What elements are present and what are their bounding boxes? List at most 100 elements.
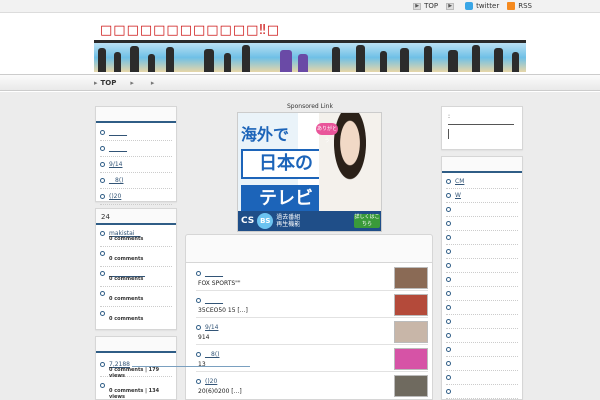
- post-title-link[interactable]: ______: [205, 297, 223, 304]
- bullet-icon: [100, 194, 105, 199]
- bullet-icon: [196, 298, 201, 303]
- list-item[interactable]: [446, 329, 518, 343]
- nav-item[interactable]: ▸: [151, 79, 158, 87]
- post-title-link[interactable]: ()20: [205, 378, 217, 385]
- list-item[interactable]: [446, 385, 518, 399]
- post-thumbnail[interactable]: [394, 348, 428, 370]
- list-item-link[interactable]: ______: [109, 145, 127, 152]
- list-item[interactable]: [446, 357, 518, 371]
- site-title[interactable]: □□□□□□□□□□□□‼□: [100, 23, 280, 38]
- post-title-link[interactable]: 9/14: [205, 324, 218, 331]
- list-item[interactable]: [446, 315, 518, 329]
- comment-count: 0 comments: [109, 316, 144, 322]
- banner-figure: [114, 52, 121, 72]
- bullet-icon: [100, 311, 105, 316]
- list-item[interactable]: [446, 259, 518, 273]
- post-title-link[interactable]: ______: [205, 270, 223, 277]
- bullet-icon: [446, 375, 451, 380]
- widget-list: ______ ______ 9/14 __8() ()20: [96, 123, 176, 207]
- widget-list: makistai__ 0 comments 0 comments _______…: [96, 225, 176, 329]
- post-title: ()20: [196, 378, 217, 385]
- widget-list: CM W: [442, 173, 522, 400]
- list-item-link[interactable]: CM: [455, 178, 464, 185]
- list-item[interactable]: [446, 301, 518, 315]
- post-item[interactable]: 9/14 914: [196, 319, 428, 345]
- arrow-icon: ▸: [150, 79, 155, 87]
- post-thumbnail[interactable]: [394, 294, 428, 316]
- list-item[interactable]: [446, 343, 518, 357]
- list-item[interactable]: ______: [100, 125, 172, 141]
- post-excerpt: 20(6)0200 [...]: [198, 388, 242, 395]
- list-item[interactable]: [446, 217, 518, 231]
- list-item[interactable]: 9/14: [100, 157, 172, 173]
- list-item-link[interactable]: ______: [109, 129, 127, 136]
- list-item[interactable]: 0 comments: [100, 247, 172, 267]
- comment-count: 0 comments: [109, 256, 144, 262]
- banner-figure: [448, 50, 458, 72]
- list-item[interactable]: [446, 245, 518, 259]
- left-widget-popular: 7,2188 0 comments | 179 views 0 comments…: [95, 336, 177, 400]
- top-nav-top[interactable]: ▶ TOP: [413, 2, 438, 10]
- divider: [448, 124, 514, 125]
- list-item[interactable]: 0 comments: [100, 307, 172, 327]
- banner-figure: [356, 45, 365, 72]
- banner-figure: [98, 48, 106, 72]
- list-item-link[interactable]: 9/14: [109, 161, 122, 168]
- list-item-link[interactable]: __8(): [109, 177, 124, 184]
- bullet-icon: [446, 249, 451, 254]
- bullet-icon: [446, 319, 451, 324]
- top-nav-twitter-label: twitter: [476, 2, 500, 10]
- top-nav-link[interactable]: ▶: [446, 2, 457, 10]
- main-nav: ▸ TOP ▸ ▸: [0, 74, 600, 91]
- post-stats: 0 comments | 134 views: [109, 388, 160, 400]
- nav-item[interactable]: ▸: [130, 79, 137, 87]
- list-item[interactable]: [446, 231, 518, 245]
- list-item[interactable]: [446, 273, 518, 287]
- sponsored-ad[interactable]: 海外で 日本の テレビ ありがとう CS BS 過去番組 再生機能 詳しくはこちら: [237, 112, 382, 232]
- top-nav-twitter[interactable]: twitter: [465, 2, 499, 10]
- list-item[interactable]: 0 comments | 134 views: [100, 377, 172, 400]
- nav-item-top[interactable]: ▸ TOP: [94, 79, 116, 87]
- ad-footer-line: 過去番組: [276, 214, 301, 221]
- post-item[interactable]: ______ FOX SPORTS"": [196, 265, 428, 291]
- list-item[interactable]: [446, 371, 518, 385]
- bullet-icon: [100, 383, 105, 388]
- list-item-link[interactable]: W: [455, 192, 461, 199]
- post-item[interactable]: ()20 20(6)0200 [...]: [196, 373, 428, 399]
- list-item-link[interactable]: ()20: [109, 193, 121, 200]
- list-item[interactable]: CM: [446, 175, 518, 189]
- banner-figure: [148, 54, 155, 72]
- post-thumbnail[interactable]: [394, 375, 428, 397]
- list-item[interactable]: makistai__ 0 comments: [100, 227, 172, 247]
- top-nav-rss[interactable]: RSS: [507, 2, 532, 10]
- ad-footer-line: 再生機能: [276, 221, 301, 228]
- right-widget-categories: CM W: [441, 156, 523, 400]
- list-item[interactable]: __8(): [100, 173, 172, 189]
- post-thumbnail[interactable]: [394, 321, 428, 343]
- post-item[interactable]: ______ 35CEO50 15 [...]: [196, 292, 428, 318]
- bullet-icon: [196, 325, 201, 330]
- list-item[interactable]: [446, 203, 518, 217]
- post-title-link[interactable]: __8(): [205, 351, 220, 358]
- list-item[interactable]: ()20: [100, 189, 172, 205]
- list-item[interactable]: [446, 287, 518, 301]
- comment-count: 0 comments: [109, 296, 144, 302]
- banner-stripe: [94, 40, 526, 43]
- header-banner: [94, 40, 526, 72]
- bullet-icon: [446, 193, 451, 198]
- post-thumbnail[interactable]: [394, 267, 428, 289]
- ad-bs-logo: BS: [257, 213, 274, 229]
- widget-list: 7,2188 0 comments | 179 views 0 comments…: [96, 353, 176, 400]
- post-item[interactable]: __8() 13: [196, 346, 428, 372]
- banner-figure: [242, 45, 250, 72]
- bullet-icon: [100, 291, 105, 296]
- bullet-icon: [446, 179, 451, 184]
- list-item[interactable]: W: [446, 189, 518, 203]
- ad-details-button[interactable]: 詳しくはこちら: [354, 214, 380, 228]
- list-item[interactable]: 0 comments: [100, 287, 172, 307]
- list-item[interactable]: ______: [100, 141, 172, 157]
- hover-underline: [132, 366, 250, 367]
- list-item[interactable]: ____________ 0 comments: [100, 267, 172, 287]
- main-nav-items: ▸ TOP ▸ ▸: [94, 79, 157, 87]
- comment-count: 0 comments: [109, 276, 144, 282]
